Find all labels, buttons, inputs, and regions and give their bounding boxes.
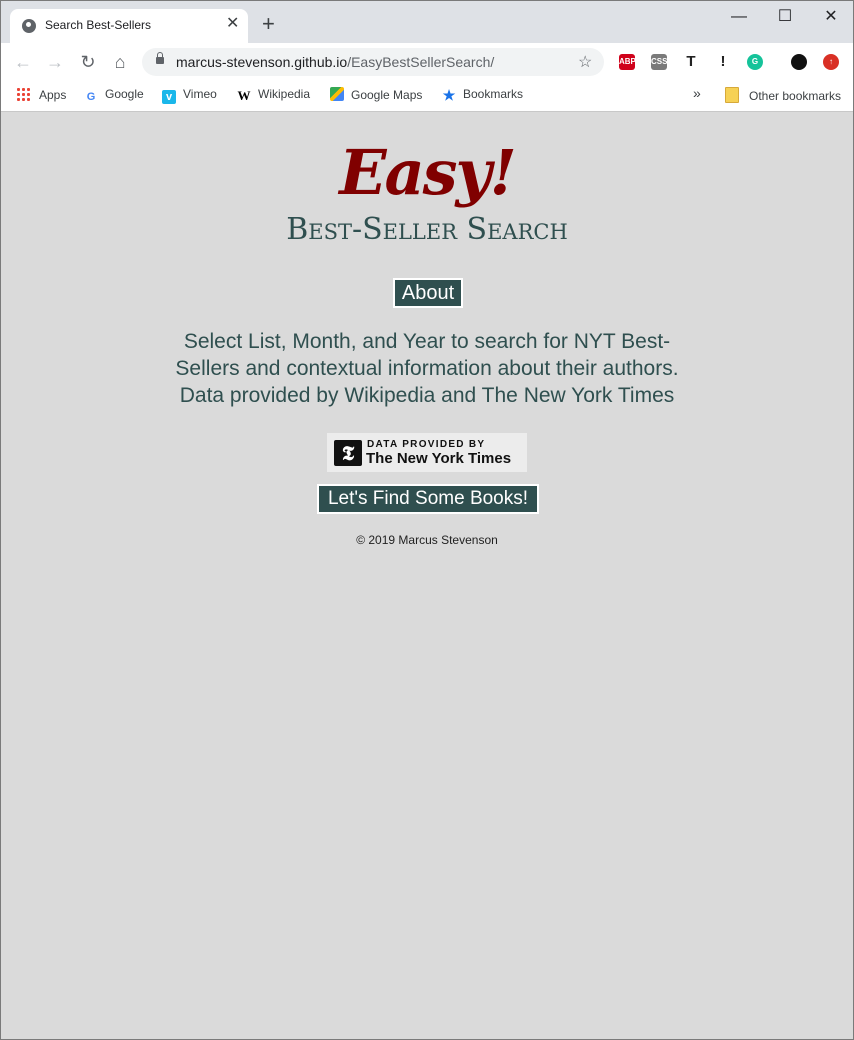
bookmark-google[interactable]: G Google	[84, 87, 144, 104]
wikipedia-icon: W	[237, 88, 251, 103]
star-icon: ★	[442, 87, 456, 103]
extension-css-icon[interactable]: CSS	[651, 54, 667, 70]
address-bar[interactable]: marcus-stevenson.github.io/EasyBestSelle…	[142, 48, 604, 76]
bookmark-star-icon[interactable]: ☆	[578, 52, 592, 72]
url-path: /EasyBestSellerSearch/	[347, 54, 495, 70]
vimeo-icon: v	[162, 90, 176, 104]
site-logo: Easy!	[339, 136, 517, 209]
home-icon[interactable]: ⌂	[110, 52, 130, 72]
back-arrow-icon[interactable]: ←	[13, 52, 33, 72]
tab-search-best-sellers[interactable]: Search Best-Sellers ✕	[10, 9, 248, 43]
folder-icon	[725, 87, 739, 103]
bookmarks-overflow-icon[interactable]: »	[693, 85, 701, 101]
bookmark-apps[interactable]: Apps	[16, 87, 66, 102]
nyt-attribution-badge[interactable]: 𝕿 DATA PROVIDED BY The New York Times	[327, 433, 527, 472]
nyt-badge-name: The New York Times	[366, 450, 512, 467]
description-line-3: Data provided by Wikipedia and The New Y…	[179, 384, 675, 407]
bookmark-google-label: Google	[105, 87, 144, 101]
bookmarks-bar: Apps G Google v Vimeo W Wikipedia Google Ma…	[1, 81, 853, 112]
adblock-plus-icon[interactable]: ABP	[619, 54, 636, 70]
globe-icon	[22, 19, 36, 33]
bookmark-google-maps[interactable]: Google Maps	[330, 87, 422, 102]
bookmark-vimeo-label: Vimeo	[183, 87, 217, 101]
copyright-text: © 2019 Marcus Stevenson	[356, 533, 498, 547]
bookmark-other-label: Other bookmarks	[749, 89, 842, 103]
google-maps-icon	[330, 87, 344, 101]
nyt-logo-icon: 𝕿	[334, 440, 362, 466]
profile-avatar-icon[interactable]	[791, 54, 807, 70]
bookmark-wikipedia[interactable]: W Wikipedia	[237, 87, 311, 103]
browser-toolbar: ← → ↻ ⌂ marcus-stevenson.github.io/EasyB…	[1, 43, 853, 81]
extension-exclamation-icon[interactable]: !	[715, 54, 731, 70]
forward-arrow-icon[interactable]: →	[45, 52, 65, 72]
google-icon: G	[86, 91, 96, 103]
maximize-button[interactable]: ☐	[775, 7, 795, 27]
url-host: marcus-stevenson.github.io	[176, 54, 348, 70]
page-content: Easy! Best-Seller Search About Select Li…	[1, 112, 853, 1039]
grammarly-icon[interactable]: G	[747, 54, 763, 70]
tab-strip: Search Best-Sellers ✕ + — ☐ ✕	[1, 1, 853, 43]
close-window-button[interactable]: ✕	[821, 7, 841, 27]
minimize-button[interactable]: —	[729, 7, 749, 27]
description-line-2: Sellers and contextual information about…	[175, 357, 679, 380]
extension-t-icon[interactable]: T	[683, 54, 699, 70]
new-tab-button[interactable]: +	[262, 13, 275, 35]
bookmark-bookmarks[interactable]: ★ Bookmarks	[442, 87, 523, 102]
bookmark-google-maps-label: Google Maps	[351, 88, 423, 102]
page-description: Select List, Month, and Year to search f…	[151, 328, 703, 409]
bookmark-apps-label: Apps	[39, 88, 67, 102]
bookmark-other[interactable]: Other bookmarks	[725, 87, 841, 103]
browser-window: Search Best-Sellers ✕ + — ☐ ✕ ← → ↻ ⌂ ma…	[0, 0, 854, 1040]
about-button[interactable]: About	[393, 278, 463, 308]
description-line-1: Select List, Month, and Year to search f…	[183, 330, 671, 353]
bookmark-wikipedia-label: Wikipedia	[258, 87, 311, 101]
page-title: Best-Seller Search	[286, 212, 568, 247]
url-text[interactable]: marcus-stevenson.github.io/EasyBestSelle…	[176, 54, 494, 70]
find-books-button[interactable]: Let's Find Some Books!	[317, 484, 539, 514]
apps-grid-icon	[16, 87, 30, 101]
close-tab-icon[interactable]: ✕	[226, 16, 239, 32]
nyt-badge-caption: DATA PROVIDED BY	[367, 439, 486, 450]
bookmark-bookmarks-label: Bookmarks	[463, 87, 524, 101]
bookmark-vimeo[interactable]: v Vimeo	[162, 87, 217, 104]
lock-icon[interactable]	[156, 52, 164, 64]
update-icon[interactable]: ↑	[823, 54, 839, 70]
reload-icon[interactable]: ↻	[78, 52, 98, 72]
tab-title: Search Best-Sellers	[45, 18, 152, 32]
